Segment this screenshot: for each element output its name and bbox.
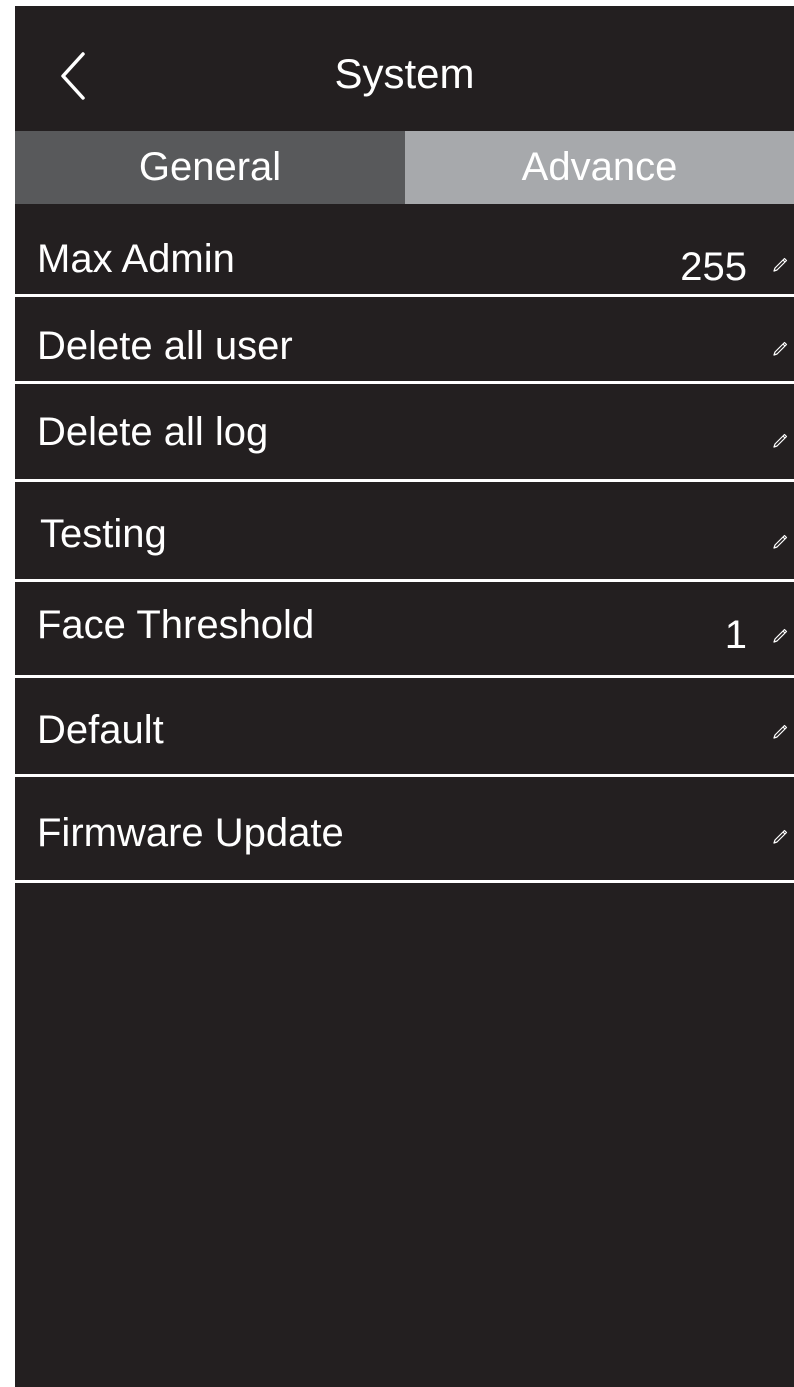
pencil-icon[interactable] xyxy=(772,433,788,449)
pencil-icon[interactable] xyxy=(772,341,788,357)
setting-label: Delete all user xyxy=(37,324,293,368)
tab-general[interactable]: General xyxy=(15,131,405,204)
system-screen: System General Advance Max Admin 255 Del… xyxy=(15,6,794,1387)
setting-row-delete-all-log[interactable]: Delete all log xyxy=(15,384,794,479)
setting-row-firmware-update[interactable]: Firmware Update xyxy=(15,777,794,880)
setting-row-face-threshold[interactable]: Face Threshold 1 xyxy=(15,582,794,675)
setting-label: Delete all log xyxy=(37,410,269,454)
setting-label: Default xyxy=(37,708,164,752)
setting-row-max-admin[interactable]: Max Admin 255 xyxy=(15,204,794,294)
pencil-icon[interactable] xyxy=(772,724,788,740)
pencil-icon[interactable] xyxy=(772,257,788,273)
setting-label: Firmware Update xyxy=(37,811,344,855)
pencil-icon[interactable] xyxy=(772,534,788,550)
setting-row-delete-all-user[interactable]: Delete all user xyxy=(15,297,794,381)
setting-label: Face Threshold xyxy=(37,603,315,647)
setting-value: 1 xyxy=(724,613,747,657)
tab-bar: General Advance xyxy=(15,131,794,204)
setting-label: Testing xyxy=(40,512,167,556)
setting-value: 255 xyxy=(680,245,747,289)
pencil-icon[interactable] xyxy=(772,829,788,845)
header: System xyxy=(15,6,794,131)
setting-label: Max Admin xyxy=(37,237,235,281)
page-title: System xyxy=(334,50,475,97)
tab-advance[interactable]: Advance xyxy=(405,131,794,204)
divider xyxy=(15,880,794,883)
setting-row-default[interactable]: Default xyxy=(15,678,794,774)
setting-row-testing[interactable]: Testing xyxy=(15,482,794,579)
pencil-icon[interactable] xyxy=(772,628,788,644)
